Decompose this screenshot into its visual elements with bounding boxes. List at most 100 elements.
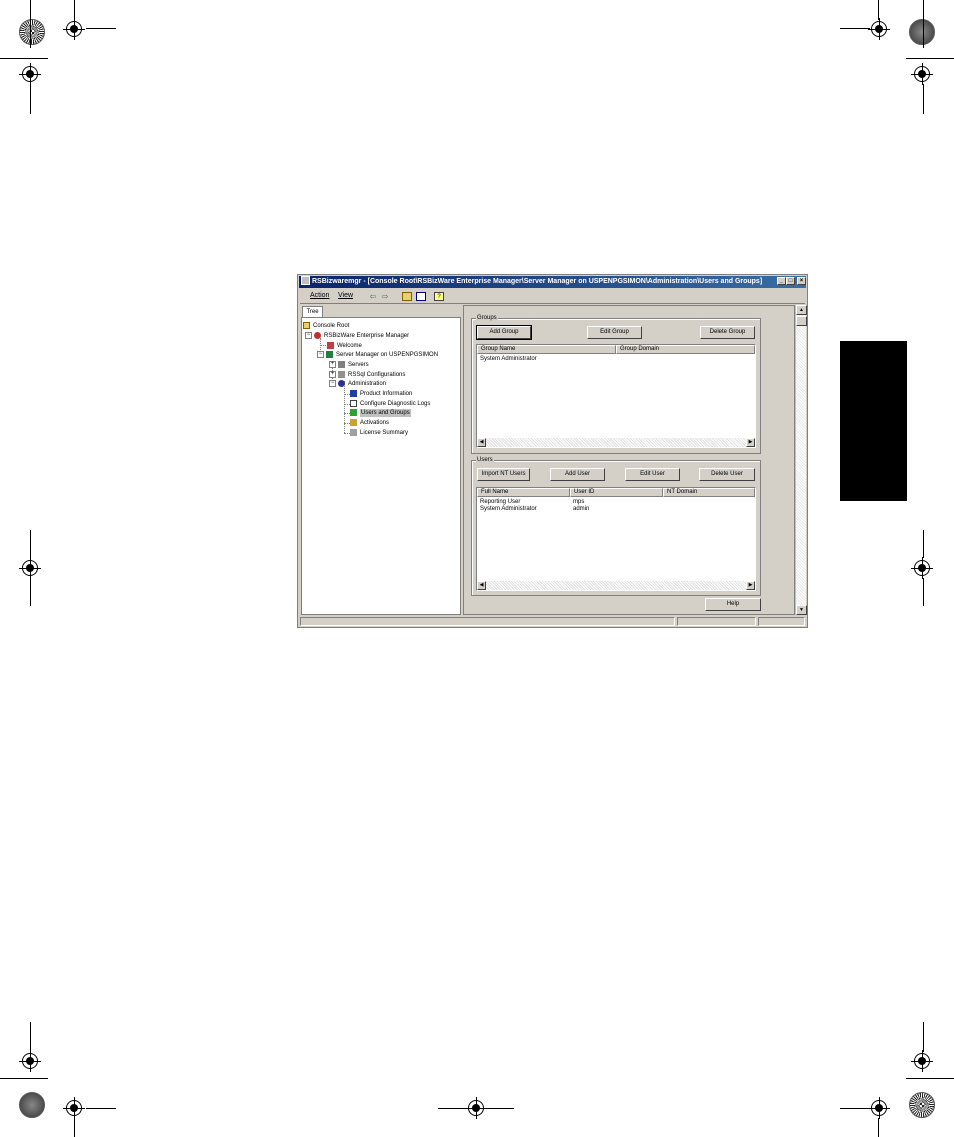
scroll-left-icon[interactable]: ◀ [477,581,486,590]
collapse-icon[interactable]: − [305,332,312,339]
close-button[interactable]: × [797,277,806,285]
chapter-thumb-tab [840,341,907,501]
back-arrow-icon[interactable]: ⇦ [368,292,378,301]
users-groupbox: Users Import NT Users Add User Edit User… [471,456,761,596]
status-bar [300,617,805,626]
registration-mark-icon [63,18,85,40]
groups-hscroll[interactable]: ◀ ▶ [477,438,755,447]
users-groups-icon [350,409,357,416]
edit-user-button[interactable]: Edit User [625,468,680,481]
delete-user-button[interactable]: Delete User [699,468,755,481]
gray-target-icon [19,1092,45,1118]
maximize-button[interactable]: □ [786,277,795,285]
table-row[interactable]: System Administrator [480,506,537,513]
product-info-icon [350,390,357,397]
import-nt-users-button[interactable]: Import NT Users [477,468,530,481]
table-cell-user-id[interactable]: mps [573,499,584,506]
registration-mark-icon [911,1050,933,1072]
status-segment [677,617,756,626]
expand-icon[interactable]: + [329,361,336,368]
tree-item-activations[interactable]: Activations [360,419,389,427]
help-icon[interactable]: ? [434,292,444,301]
tree-item-rssql[interactable]: RSSql Configurations [348,371,405,379]
menu-view[interactable]: View [338,292,353,299]
rssql-icon [338,371,345,378]
groups-list[interactable]: Group Name Group Domain System Administr… [476,344,756,448]
registration-mark-icon [868,18,890,40]
diagnostic-logs-icon [350,400,357,407]
registration-mark-icon [465,1097,487,1119]
activations-icon [350,419,357,426]
users-list[interactable]: Full Name User ID NT Domain Reporting Us… [476,487,756,591]
tree-item-welcome[interactable]: Welcome [337,342,362,350]
tree-item-license-summary[interactable]: License Summary [360,429,408,437]
servers-icon [338,361,345,368]
details-pane: Groups Add Group Edit Group Delete Group… [463,305,795,615]
app-icon [301,276,310,285]
column-header-user-id[interactable]: User ID [570,488,663,497]
server-manager-icon [326,351,333,358]
tree-item-users-groups[interactable]: Users and Groups [360,409,411,417]
add-user-button[interactable]: Add User [550,468,605,481]
welcome-icon [327,342,334,349]
registration-mark-icon [868,1097,890,1119]
window-title: RSBizwaremgr - [Console Root\RSBizWare E… [312,278,763,285]
add-group-button[interactable]: Add Group [476,325,532,340]
table-cell-user-id[interactable]: admin [573,506,589,513]
delete-group-button[interactable]: Delete Group [700,326,755,339]
scroll-right-icon[interactable]: ▶ [746,581,755,590]
up-folder-icon[interactable] [402,292,412,301]
column-header-full-name[interactable]: Full Name [477,488,570,497]
table-row[interactable]: System Administrator [480,356,537,363]
tree-item-server-manager[interactable]: Server Manager on USPENPGSIMON [336,351,438,359]
column-header-group-domain[interactable]: Group Domain [616,345,755,354]
groups-groupbox: Groups Add Group Edit Group Delete Group… [471,314,761,454]
registration-mark-icon [911,557,933,579]
scroll-up-icon[interactable]: ▲ [796,305,807,315]
scroll-thumb[interactable] [796,316,807,326]
folder-icon [303,322,310,329]
tree-item-servers[interactable]: Servers [348,361,369,369]
registration-mark-icon [911,63,933,85]
help-button[interactable]: Help [705,598,761,611]
tree-item-enterprise-manager[interactable]: RSBizWare Enterprise Manager [324,332,409,340]
column-header-group-name[interactable]: Group Name [477,345,616,354]
scroll-down-icon[interactable]: ▼ [796,605,807,615]
column-header-nt-domain[interactable]: NT Domain [663,488,755,497]
color-wheel-icon [19,19,45,45]
gray-target-icon [909,19,935,45]
color-wheel-icon [909,1092,935,1118]
users-label: Users [476,456,494,464]
vertical-scrollbar[interactable]: ▲ ▼ [795,305,807,615]
tree-pane[interactable]: Console Root − RSBizWare Enterprise Mana… [301,317,461,615]
collapse-icon[interactable]: − [329,380,336,387]
tree-item-console-root[interactable]: Console Root [313,322,349,330]
registration-mark-icon [19,557,41,579]
registration-mark-icon [19,63,41,85]
license-icon [350,429,357,436]
users-hscroll[interactable]: ◀ ▶ [477,581,755,590]
collapse-icon[interactable]: − [317,351,324,358]
tree-item-product-info[interactable]: Product Information [360,390,412,398]
tree-item-diagnostic-logs[interactable]: Configure Diagnostic Logs [360,400,430,408]
scroll-right-icon[interactable]: ▶ [746,438,755,447]
status-segment [758,617,805,626]
administration-icon [338,380,345,387]
groups-label: Groups [476,314,498,322]
status-segment [300,617,675,626]
app-window: RSBizwaremgr - [Console Root\RSBizWare E… [297,274,808,628]
edit-group-button[interactable]: Edit Group [587,326,642,339]
tree-item-administration[interactable]: Administration [348,380,386,388]
enterprise-manager-icon [314,332,321,339]
minimize-button[interactable]: _ [777,277,786,285]
scroll-left-icon[interactable]: ◀ [477,438,486,447]
menu-bar: Action View ⇦ ⇨ ? [300,290,805,304]
menu-action[interactable]: Action [310,292,329,299]
table-row[interactable]: Reporting User [480,499,520,506]
title-bar[interactable]: RSBizwaremgr - [Console Root\RSBizWare E… [299,276,806,288]
expand-icon[interactable]: + [329,371,336,378]
show-tree-icon[interactable] [416,292,426,301]
forward-arrow-icon[interactable]: ⇨ [380,292,390,301]
registration-mark-icon [63,1097,85,1119]
registration-mark-icon [19,1050,41,1072]
